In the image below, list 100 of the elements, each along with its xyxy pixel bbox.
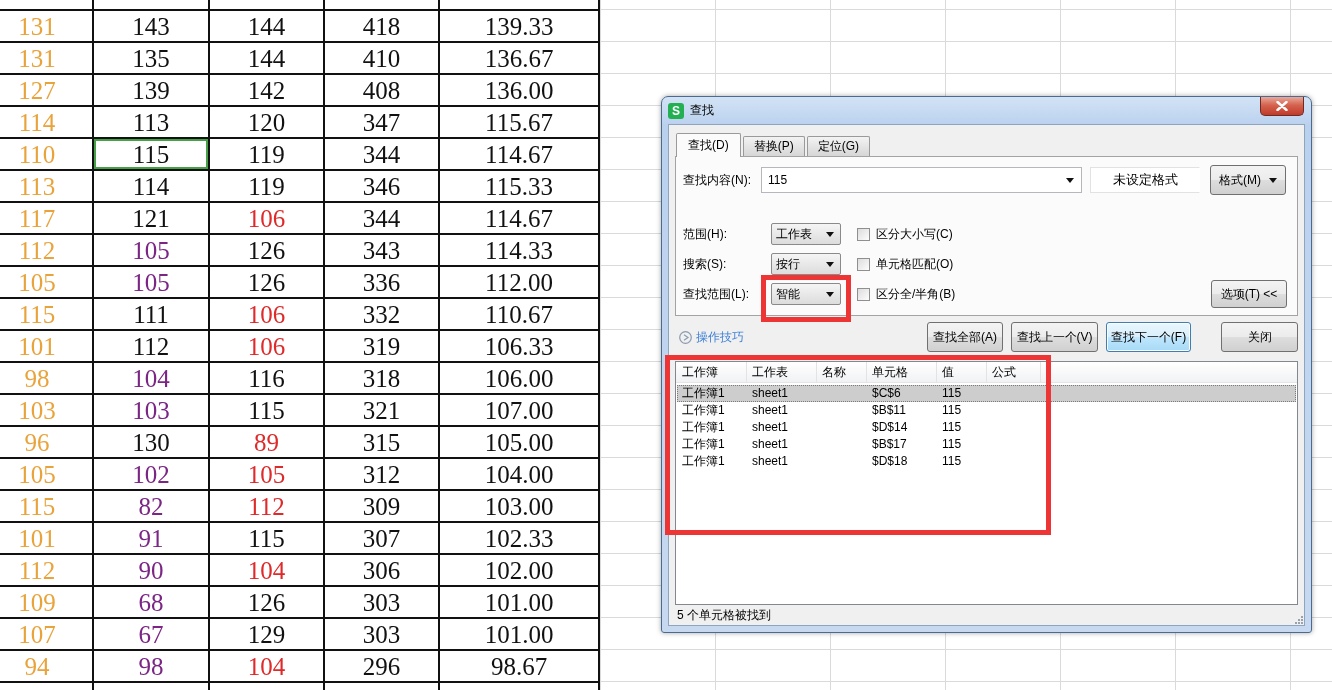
table-cell[interactable]: 107.00 — [440, 395, 600, 427]
table-cell[interactable]: 126 — [210, 267, 325, 299]
table-cell[interactable]: 142 — [210, 75, 325, 107]
table-cell[interactable]: 104 — [210, 555, 325, 587]
table-cell[interactable]: 105.00 — [440, 427, 600, 459]
table-cell[interactable]: 410 — [325, 43, 440, 75]
column-header[interactable]: 单元格 — [867, 362, 937, 382]
resize-grip-icon[interactable] — [1294, 615, 1303, 624]
table-cell[interactable]: 115.33 — [440, 171, 600, 203]
table-cell[interactable]: 106 — [210, 203, 325, 235]
table-cell[interactable]: 104 — [94, 363, 210, 395]
checkbox[interactable] — [857, 287, 870, 301]
dialog-button[interactable]: 查找上一个(V) — [1011, 322, 1098, 352]
checkbox[interactable] — [857, 257, 870, 271]
result-row[interactable]: 工作簿1 sheet1 $D$18 115 — [677, 453, 1296, 470]
checkbox[interactable] — [857, 227, 870, 241]
table-cell[interactable]: 89 — [210, 427, 325, 459]
table-cell[interactable]: 102 — [94, 459, 210, 491]
table-cell[interactable]: 296 — [325, 651, 440, 683]
table-cell[interactable]: 106 — [210, 299, 325, 331]
table-cell[interactable]: 306 — [325, 555, 440, 587]
table-cell[interactable]: 98 — [94, 651, 210, 683]
dialog-button[interactable]: 查找下一个(F) — [1106, 322, 1191, 352]
table-cell[interactable]: 103.00 — [440, 491, 600, 523]
table-cell[interactable]: 105 — [94, 235, 210, 267]
checkbox-label[interactable]: 单元格匹配(O) — [876, 255, 954, 273]
table-cell[interactable]: 104.00 — [440, 459, 600, 491]
result-row[interactable]: 工作簿1 sheet1 $B$11 115 — [677, 402, 1296, 419]
table-cell[interactable]: 98.67 — [440, 651, 600, 683]
table-cell[interactable]: 101.00 — [440, 587, 600, 619]
table-cell[interactable]: 136.00 — [440, 75, 600, 107]
result-row[interactable]: 工作簿1 sheet1 $B$17 115 — [677, 436, 1296, 453]
table-cell[interactable]: 135 — [94, 43, 210, 75]
table-cell[interactable]: 347 — [325, 107, 440, 139]
table-cell[interactable]: 114.67 — [440, 139, 600, 171]
column-header[interactable]: 工作簿 — [677, 362, 747, 382]
dropdown[interactable]: 工作表 — [771, 223, 841, 245]
table-cell[interactable]: 120 — [210, 107, 325, 139]
table-cell[interactable]: 102.00 — [440, 555, 600, 587]
table-cell[interactable]: 105 — [94, 267, 210, 299]
table-cell[interactable]: 91 — [94, 523, 210, 555]
table-cell[interactable]: 113 — [94, 107, 210, 139]
tab[interactable]: 定位(G) — [806, 136, 870, 156]
table-cell[interactable]: 144 — [210, 43, 325, 75]
table-cell[interactable]: 336 — [325, 267, 440, 299]
table-cell[interactable]: 144 — [210, 11, 325, 43]
table-cell[interactable]: 303 — [325, 619, 440, 651]
dialog-button[interactable]: 查找全部(A) — [927, 322, 1003, 352]
table-cell[interactable]: 318 — [325, 363, 440, 395]
table-cell[interactable]: 115 — [210, 395, 325, 427]
table-cell[interactable]: 344 — [325, 203, 440, 235]
table-cell[interactable]: 307 — [325, 523, 440, 555]
table-cell[interactable]: 116 — [210, 363, 325, 395]
table-cell[interactable]: 344 — [325, 139, 440, 171]
result-row[interactable]: 工作簿1 sheet1 $C$6 115 — [677, 385, 1296, 402]
tab[interactable]: 替换(P) — [742, 136, 805, 156]
column-header[interactable]: 工作表 — [747, 362, 817, 382]
tab[interactable]: 查找(D) — [676, 133, 741, 157]
table-cell[interactable]: 82 — [94, 491, 210, 523]
column-header[interactable]: 公式 — [987, 362, 1041, 382]
table-cell[interactable]: 136.67 — [440, 43, 600, 75]
table-cell[interactable]: 112 — [210, 491, 325, 523]
table-cell[interactable]: 111 — [94, 299, 210, 331]
table-cell[interactable]: 315 — [325, 427, 440, 459]
table-cell[interactable]: 101.00 — [440, 619, 600, 651]
checkbox-label[interactable]: 区分全/半角(B) — [876, 285, 956, 303]
table-cell[interactable]: 112 — [94, 331, 210, 363]
options-button[interactable]: 选项(T) << — [1211, 280, 1287, 308]
checkbox-label[interactable]: 区分大小写(C) — [876, 225, 953, 243]
table-cell[interactable]: 67 — [94, 619, 210, 651]
table-cell[interactable]: 312 — [325, 459, 440, 491]
table-cell[interactable]: 106 — [210, 331, 325, 363]
table-cell[interactable]: 115 — [210, 523, 325, 555]
table-cell[interactable]: 114.67 — [440, 203, 600, 235]
table-cell[interactable]: 68 — [94, 587, 210, 619]
table-cell[interactable]: 321 — [325, 395, 440, 427]
table-cell[interactable]: 119 — [210, 139, 325, 171]
dropdown[interactable]: 智能 — [771, 283, 841, 305]
table-cell[interactable]: 102.33 — [440, 523, 600, 555]
table-cell[interactable]: 303 — [325, 587, 440, 619]
table-cell[interactable]: 129 — [210, 619, 325, 651]
result-row[interactable]: 工作簿1 sheet1 $D$14 115 — [677, 419, 1296, 436]
table-cell[interactable]: 110.67 — [440, 299, 600, 331]
table-cell[interactable]: 139.33 — [440, 11, 600, 43]
table-cell[interactable]: 418 — [325, 11, 440, 43]
table-cell[interactable]: 119 — [210, 171, 325, 203]
table-cell[interactable]: 106.33 — [440, 331, 600, 363]
column-header[interactable]: 值 — [937, 362, 987, 382]
table-cell[interactable]: 143 — [94, 11, 210, 43]
table-cell[interactable]: 126 — [210, 587, 325, 619]
table-cell[interactable]: 104 — [210, 651, 325, 683]
table-cell[interactable]: 90 — [94, 555, 210, 587]
table-cell[interactable]: 106.00 — [440, 363, 600, 395]
column-header[interactable]: 名称 — [817, 362, 867, 382]
table-cell[interactable]: 105 — [210, 459, 325, 491]
dialog-button[interactable]: 关闭 — [1221, 322, 1298, 352]
find-combo-box[interactable]: 115 — [761, 167, 1082, 193]
table-cell[interactable]: 112.00 — [440, 267, 600, 299]
table-cell[interactable]: 139 — [94, 75, 210, 107]
table-cell[interactable]: 343 — [325, 235, 440, 267]
